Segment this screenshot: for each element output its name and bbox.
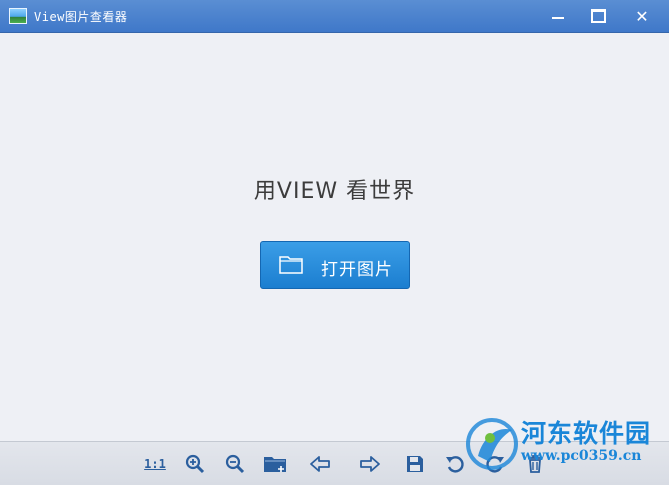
close-button[interactable]: ✕: [622, 0, 662, 32]
open-folder-icon: [264, 457, 286, 472]
zoom-out-button[interactable]: [223, 454, 247, 474]
zoom-in-icon: [185, 454, 205, 474]
previous-image-button[interactable]: [308, 454, 332, 474]
maximize-button[interactable]: [578, 0, 618, 32]
watermark-url: www.pc0359.cn: [521, 448, 642, 464]
zoom-out-icon: [225, 454, 245, 474]
minimize-icon: [552, 17, 564, 19]
app-logo-icon: [9, 8, 27, 24]
window-title: View图片查看器: [34, 10, 128, 24]
watermark: 河东软件园 www.pc0359.cn: [464, 410, 669, 484]
previous-arrow-icon: [310, 456, 330, 472]
folder-icon: [279, 254, 303, 279]
save-button[interactable]: [403, 454, 427, 474]
maximize-icon: [590, 9, 606, 23]
rotate-left-icon: [446, 456, 464, 473]
watermark-name: 河东软件园: [521, 419, 652, 448]
save-icon: [407, 456, 423, 472]
actual-size-label: 1:1: [144, 457, 166, 471]
image-viewer-area: 用VIEW 看世界 打开图片: [0, 33, 669, 441]
minimize-button[interactable]: [538, 0, 578, 32]
actual-size-button[interactable]: 1:1: [143, 454, 167, 474]
zoom-in-button[interactable]: [183, 454, 207, 474]
close-icon: ✕: [635, 6, 649, 26]
title-bar: View图片查看器 ✕: [0, 0, 669, 33]
open-image-label: 打开图片: [321, 260, 393, 280]
watermark-logo-icon: [466, 418, 518, 470]
open-image-button[interactable]: 打开图片: [260, 241, 410, 289]
next-arrow-icon: [360, 456, 380, 472]
open-folder-button[interactable]: [263, 454, 287, 474]
slogan-text: 用VIEW 看世界: [253, 179, 416, 204]
next-image-button[interactable]: [358, 454, 382, 474]
